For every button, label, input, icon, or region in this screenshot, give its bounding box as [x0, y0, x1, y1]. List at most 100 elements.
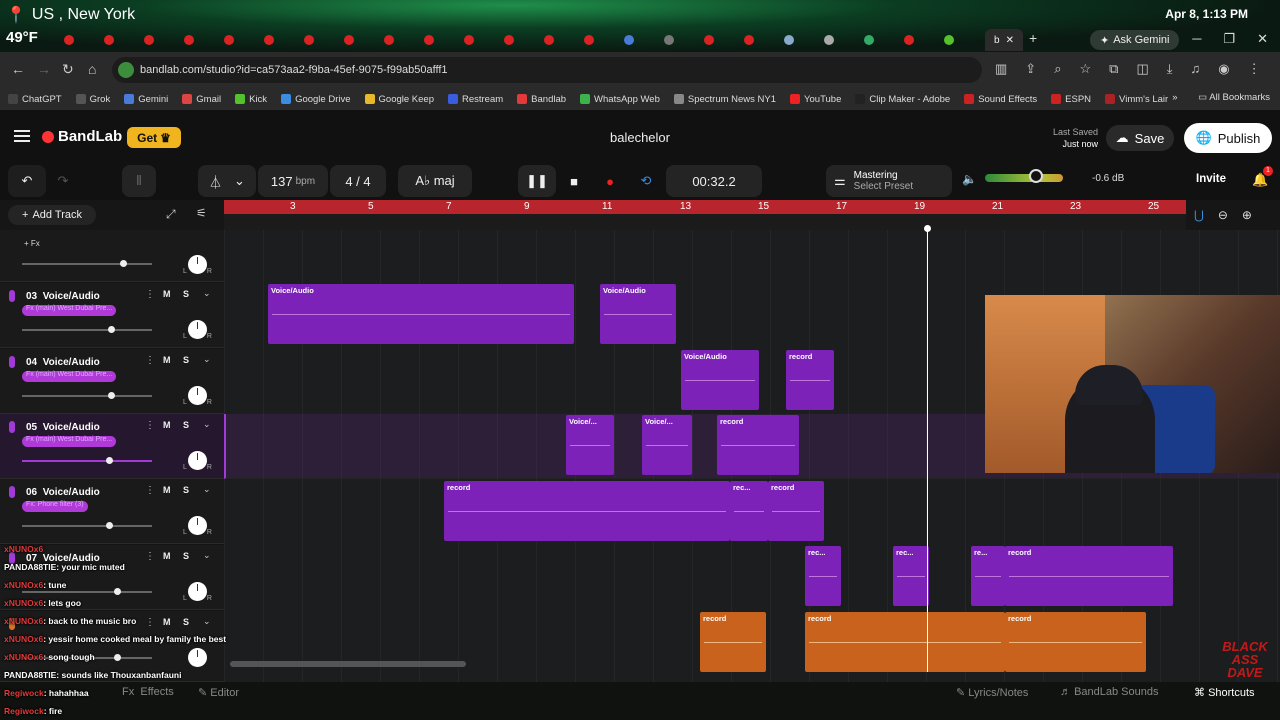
tab-kick[interactable] — [930, 30, 970, 50]
tab-youtube[interactable] — [130, 30, 170, 50]
ruler-track-strip[interactable] — [224, 214, 1186, 230]
track-name[interactable]: 05 Voice/Audio — [26, 422, 100, 433]
tab-youtube[interactable] — [170, 30, 210, 50]
chevron-down-icon[interactable]: ⌄ — [203, 484, 211, 495]
bookmark-item[interactable]: Google Drive — [281, 94, 351, 105]
magnet-icon[interactable]: ⋃ — [1194, 208, 1204, 222]
solo-button[interactable]: S — [183, 485, 189, 495]
publish-button[interactable]: 🌐 Publish — [1184, 123, 1272, 153]
tab-youtube[interactable] — [410, 30, 450, 50]
bookmark-item[interactable]: Vimm's Lair — [1105, 94, 1168, 105]
more-options-icon[interactable]: ⋮ — [145, 485, 155, 496]
more-options-icon[interactable]: ⋮ — [145, 551, 155, 562]
horizontal-scrollbar[interactable] — [230, 661, 466, 667]
audio-clip[interactable]: rec... — [893, 546, 929, 606]
audio-clip[interactable]: re... — [971, 546, 1005, 606]
tab-generic[interactable] — [810, 30, 850, 50]
editor-tab[interactable]: ✎ Editor — [198, 686, 239, 699]
lyrics-notes-tab[interactable]: ✎ Lyrics/Notes — [956, 686, 1028, 699]
zoom-icon[interactable]: ⌕ — [1054, 61, 1061, 77]
profile-avatar-icon[interactable]: ◉ — [1218, 61, 1229, 77]
menu-dots-icon[interactable]: ⋮ — [1248, 61, 1261, 77]
track-header[interactable]: 04 Voice/Audio Fx (main) West Dubai Pre.… — [0, 349, 224, 414]
mute-button[interactable]: M — [163, 485, 171, 495]
ask-gemini-button[interactable]: ✦ Ask Gemini — [1090, 30, 1180, 50]
chevron-down-icon[interactable]: ⌄ — [203, 550, 211, 561]
audio-clip[interactable]: Voice/Audio — [268, 284, 574, 344]
chevron-down-icon[interactable]: ⌄ — [203, 288, 211, 299]
master-volume-handle[interactable] — [1029, 169, 1043, 183]
more-options-icon[interactable]: ⋮ — [145, 355, 155, 366]
slider-handle[interactable] — [114, 654, 121, 661]
zoom-out-icon[interactable]: ⊖ — [1218, 208, 1228, 222]
media-icon[interactable]: ♫ — [1190, 61, 1200, 77]
close-window-icon[interactable]: ✕ — [1257, 31, 1268, 47]
close-icon[interactable]: ✕ — [1006, 35, 1014, 46]
tab-youtube[interactable] — [370, 30, 410, 50]
slider-handle[interactable] — [114, 588, 121, 595]
playhead[interactable] — [927, 228, 928, 672]
reload-icon[interactable]: ↻ — [62, 61, 74, 78]
site-info-icon[interactable] — [118, 62, 134, 78]
mute-button[interactable]: M — [163, 289, 171, 299]
audio-clip[interactable]: record — [768, 481, 824, 541]
bookmark-star-icon[interactable]: ☆ — [1079, 61, 1091, 77]
track-volume-slider[interactable] — [22, 457, 152, 464]
download-icon[interactable]: ⤓ — [1167, 61, 1173, 77]
fx-chip[interactable]: Fx (main) West Dubai Pre... — [22, 371, 117, 382]
audio-clip[interactable]: Voice/Audio — [600, 284, 676, 344]
solo-button[interactable]: S — [183, 355, 189, 365]
timeline-ruler[interactable]: 3 5 7 9 11 13 15 17 19 21 23 25 — [224, 200, 1186, 214]
track-header[interactable]: + Fx LR — [0, 230, 224, 282]
bookmark-item[interactable]: WhatsApp Web — [580, 94, 660, 105]
stop-button[interactable]: ■ — [556, 165, 592, 197]
back-arrow-icon[interactable]: ← — [11, 61, 25, 77]
audio-clip[interactable]: record — [1005, 612, 1146, 672]
bandlab-sounds-tab[interactable]: ♬ BandLab Sounds — [1060, 686, 1158, 698]
audio-clip[interactable]: Voice/Audio — [681, 350, 759, 410]
bookmark-item[interactable]: Restream — [447, 94, 503, 105]
bookmark-item[interactable]: Gemini — [124, 94, 168, 105]
bookmark-item[interactable]: Kick — [235, 94, 267, 105]
chevron-down-icon[interactable]: ⌄ — [203, 419, 211, 430]
track-header[interactable]: 03 Voice/Audio Fx (main) West Dubai Pre.… — [0, 283, 224, 348]
audio-clip[interactable]: record — [717, 415, 799, 475]
pan-knob[interactable] — [188, 648, 207, 667]
track-header[interactable]: ⋮ M S ⌄ — [0, 611, 224, 682]
bookmark-item[interactable]: YouTube — [790, 94, 841, 105]
track-volume-slider[interactable] — [22, 260, 152, 267]
solo-button[interactable]: S — [183, 289, 189, 299]
shortcuts-button[interactable]: ⌘ Shortcuts — [1194, 686, 1255, 699]
bookmark-item[interactable]: Spectrum News NY1 — [673, 94, 776, 105]
tab-youtube[interactable] — [210, 30, 250, 50]
master-volume-slider[interactable] — [985, 174, 1063, 182]
restore-icon[interactable]: ❐ — [1223, 31, 1235, 47]
minimize-icon[interactable]: ─ — [1192, 31, 1201, 47]
tab-youtube[interactable] — [450, 30, 490, 50]
mute-button[interactable]: M — [163, 420, 171, 430]
bookmark-item[interactable]: Google Keep — [364, 94, 434, 105]
more-options-icon[interactable]: ⋮ — [145, 617, 155, 628]
time-signature-field[interactable]: 4 / 4 — [330, 165, 386, 197]
pause-button[interactable]: ❚❚ — [518, 165, 556, 197]
split-view-icon[interactable]: ◫ — [1136, 61, 1148, 77]
mute-button[interactable]: M — [163, 617, 171, 627]
add-fx-button[interactable]: + Fx — [24, 239, 40, 248]
more-options-icon[interactable]: ⋮ — [145, 420, 155, 431]
audio-clip[interactable]: record — [444, 481, 730, 541]
slider-handle[interactable] — [106, 522, 113, 529]
track-name[interactable]: 07 Voice/Audio — [26, 553, 100, 564]
bookmark-item[interactable]: Clip Maker - Adobe — [855, 94, 950, 105]
track-name[interactable]: 04 Voice/Audio — [26, 357, 100, 368]
tune-icon[interactable]: ⚟ — [196, 206, 207, 220]
fx-chip[interactable]: Fx (main) West Dubai Pre... — [22, 305, 117, 316]
zoom-in-icon[interactable]: ⊕ — [1242, 208, 1252, 222]
track-volume-slider[interactable] — [22, 654, 152, 661]
undo-button[interactable]: ↶ — [8, 165, 46, 197]
reading-mode-icon[interactable]: ▥ — [995, 61, 1007, 77]
forward-arrow-icon[interactable]: → — [37, 61, 51, 77]
tab-youtube[interactable] — [490, 30, 530, 50]
audio-clip[interactable]: Voice/... — [642, 415, 692, 475]
more-options-icon[interactable]: ⋮ — [145, 289, 155, 300]
audio-clip[interactable]: record — [1005, 546, 1173, 606]
